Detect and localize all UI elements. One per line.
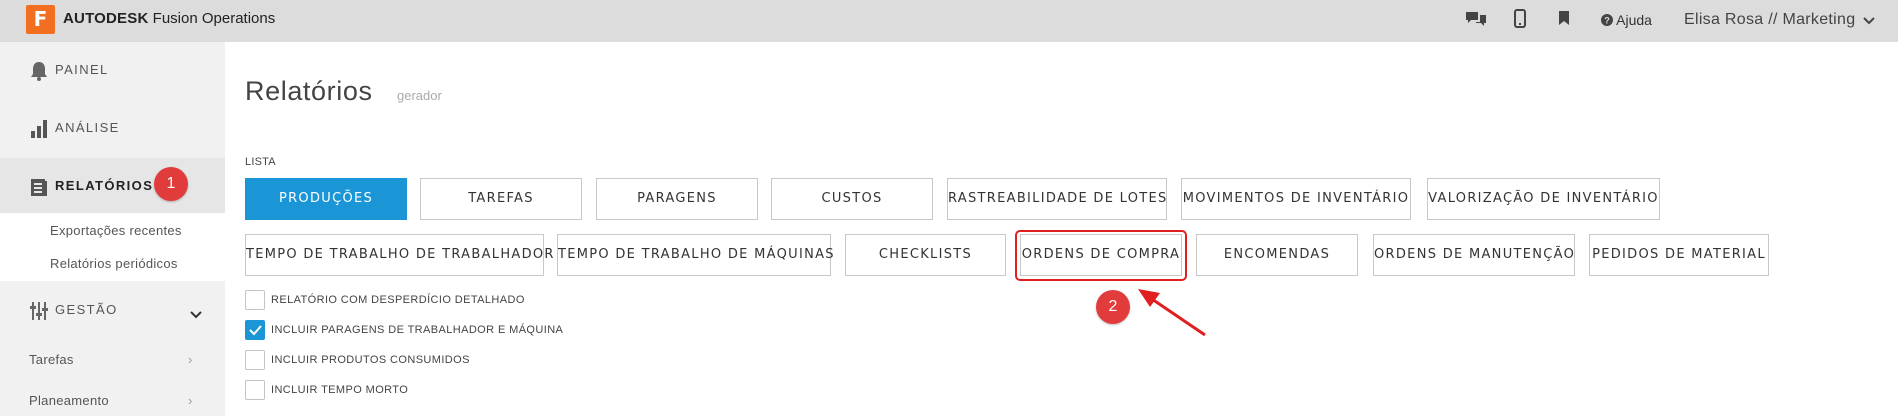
chevron-right-icon: › — [188, 352, 193, 367]
report-icon — [29, 176, 51, 198]
page-title: Relatórios — [245, 76, 373, 106]
svg-text:?: ? — [1604, 16, 1610, 26]
chevron-down-icon[interactable] — [1862, 13, 1876, 31]
fusion-logo[interactable]: F — [26, 5, 55, 34]
report-button-pedidos-material[interactable]: PEDIDOS DE MATERIAL — [1589, 234, 1769, 276]
report-button-producoes[interactable]: PRODUÇÕES — [245, 178, 407, 220]
report-button-custos[interactable]: CUSTOS — [771, 178, 933, 220]
sidebar: PAINEL ANÁLISE RELATÓRIOS Exportações re… — [0, 42, 225, 416]
sidebar-item-label: ANÁLISE — [55, 120, 120, 135]
page-subtitle: gerador — [397, 88, 442, 103]
chat-icon[interactable] — [1464, 9, 1488, 33]
sidebar-item-analise[interactable]: ANÁLISE — [0, 100, 225, 158]
report-button-movimentos[interactable]: MOVIMENTOS DE INVENTÁRIO — [1181, 178, 1411, 220]
bookmark-icon[interactable] — [1558, 9, 1570, 31]
option-label: INCLUIR PRODUTOS CONSUMIDOS — [271, 354, 470, 366]
list-label: LISTA — [245, 156, 276, 168]
report-button-ordens-manutencao[interactable]: ORDENS DE MANUTENÇÃO — [1373, 234, 1575, 276]
report-button-encomendas[interactable]: ENCOMENDAS — [1196, 234, 1358, 276]
report-button-checklists[interactable]: CHECKLISTS — [845, 234, 1006, 276]
checkmark-icon — [249, 325, 262, 336]
sidebar-group-tarefas[interactable]: Tarefas — [29, 352, 74, 367]
sidebar-item-label: RELATÓRIOS — [55, 178, 154, 193]
annotation-arrow-icon — [1138, 289, 1206, 337]
sliders-icon — [29, 300, 51, 322]
top-bar: F AUTODESK Fusion Operations ? Ajuda Eli… — [0, 0, 1898, 42]
sidebar-subitem-periodicos[interactable]: Relatórios periódicos — [50, 256, 178, 271]
mobile-icon[interactable] — [1514, 9, 1526, 33]
report-button-tarefas[interactable]: TAREFAS — [420, 178, 582, 220]
sidebar-submenu: Exportações recentes Relatórios periódic… — [0, 213, 225, 281]
brand-bold: AUTODESK — [63, 10, 149, 27]
question-icon: ? — [1601, 14, 1613, 26]
checkbox[interactable] — [245, 350, 265, 370]
report-button-tempo-maquinas[interactable]: TEMPO DE TRABALHO DE MÁQUINAS — [557, 234, 834, 276]
annotation-badge-2: 2 — [1096, 290, 1130, 324]
checkbox[interactable] — [245, 290, 265, 310]
report-button-tempo-trabalhador[interactable]: TEMPO DE TRABALHO DE TRABALHADOR — [245, 234, 553, 276]
option-label: INCLUIR TEMPO MORTO — [271, 384, 409, 396]
checkbox[interactable] — [245, 320, 265, 340]
sidebar-item-relatorios[interactable]: RELATÓRIOS — [0, 158, 225, 214]
chevron-right-icon: › — [188, 393, 193, 408]
report-button-paragens[interactable]: PARAGENS — [596, 178, 758, 220]
option-label: RELATÓRIO COM DESPERDÍCIO DETALHADO — [271, 294, 525, 306]
sidebar-item-gestao[interactable]: GESTÃO — [0, 282, 225, 340]
brand-name: AUTODESK Fusion Operations — [63, 10, 275, 27]
option-label: INCLUIR PARAGENS DE TRABALHADOR E MÁQUIN… — [271, 324, 564, 336]
sidebar-item-label: GESTÃO — [55, 302, 118, 317]
sidebar-group-planeamento[interactable]: Planeamento — [29, 393, 109, 408]
report-button-rastreabilidade[interactable]: RASTREABILIDADE DE LOTES — [947, 178, 1167, 220]
chevron-down-icon[interactable] — [190, 306, 202, 324]
sidebar-item-label: PAINEL — [55, 62, 109, 77]
highlight-box — [1015, 230, 1187, 281]
sidebar-subitem-exportacoes[interactable]: Exportações recentes — [50, 223, 182, 238]
annotation-badge-1: 1 — [154, 167, 188, 201]
bell-icon — [29, 60, 51, 82]
brand-rest: Fusion Operations — [148, 10, 276, 27]
help-label: Ajuda — [1616, 12, 1652, 28]
sidebar-item-painel[interactable]: PAINEL — [0, 42, 225, 100]
user-menu[interactable]: Elisa Rosa // Marketing — [1684, 11, 1855, 29]
help-link[interactable]: ? Ajuda — [1601, 12, 1652, 28]
bar-chart-icon — [29, 118, 51, 140]
checkbox[interactable] — [245, 380, 265, 400]
report-button-valorizacao[interactable]: VALORIZAÇÃO DE INVENTÁRIO — [1427, 178, 1660, 220]
